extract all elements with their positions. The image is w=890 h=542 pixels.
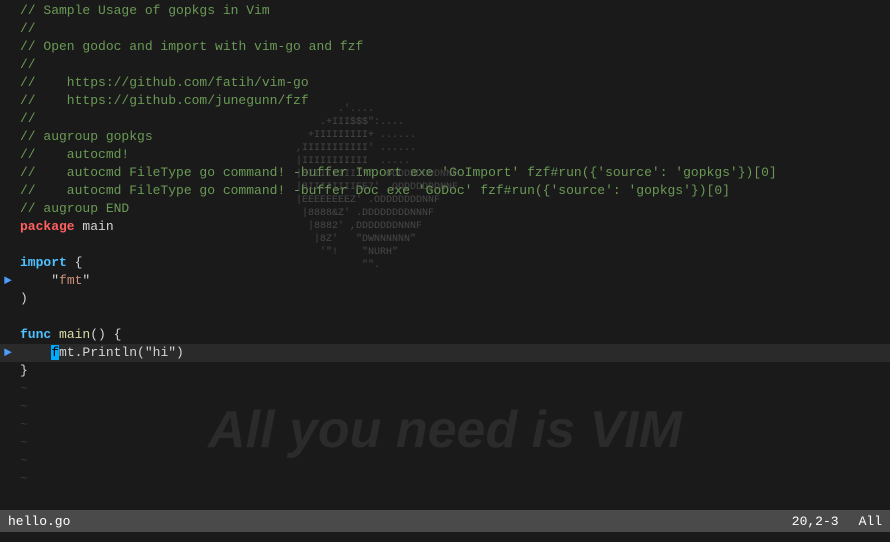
line-content: // Sample Usage of gopkgs in Vim bbox=[20, 2, 886, 20]
line-13: package main bbox=[0, 218, 890, 236]
line-content: ~ bbox=[20, 398, 886, 416]
line-2: // bbox=[0, 20, 890, 38]
line-20-cursor: ► fmt.Println("hi") bbox=[0, 344, 890, 362]
line-content: // augroup gopkgs bbox=[20, 128, 886, 146]
line-tilde-1: ~ bbox=[0, 380, 890, 398]
line-17: ) bbox=[0, 290, 890, 308]
line-5: // https://github.com/fatih/vim-go bbox=[0, 74, 890, 92]
line-content: ~ bbox=[20, 452, 886, 470]
line-content: // Open godoc and import with vim-go and… bbox=[20, 38, 886, 56]
line-content: } bbox=[20, 362, 886, 380]
line-19: func main() { bbox=[0, 326, 890, 344]
line-6: // https://github.com/junegunn/fzf bbox=[0, 92, 890, 110]
status-right: 20,2-3 All bbox=[792, 514, 882, 529]
line-15: import { bbox=[0, 254, 890, 272]
line-3: // Open godoc and import with vim-go and… bbox=[0, 38, 890, 56]
line-7: // bbox=[0, 110, 890, 128]
line-tilde-5: ~ bbox=[0, 452, 890, 470]
line-content: // https://github.com/fatih/vim-go bbox=[20, 74, 886, 92]
line-content bbox=[20, 236, 886, 254]
editor: // Sample Usage of gopkgs in Vim // // O… bbox=[0, 0, 890, 510]
line-content: ~ bbox=[20, 434, 886, 452]
line-content: // bbox=[20, 56, 886, 74]
line-tilde-3: ~ bbox=[0, 416, 890, 434]
line-content: ~ bbox=[20, 380, 886, 398]
line-tilde-6: ~ bbox=[0, 470, 890, 488]
code-area: // Sample Usage of gopkgs in Vim // // O… bbox=[0, 0, 890, 490]
line-tilde-2: ~ bbox=[0, 398, 890, 416]
line-12: // augroup END bbox=[0, 200, 890, 218]
line-content: // bbox=[20, 20, 886, 38]
line-11: // autocmd FileType go command! -buffer … bbox=[0, 182, 890, 200]
statusbar: hello.go 20,2-3 All bbox=[0, 510, 890, 532]
status-scroll: All bbox=[859, 514, 882, 529]
line-content: ~ bbox=[20, 470, 886, 488]
line-tilde-4: ~ bbox=[0, 434, 890, 452]
line-content bbox=[20, 308, 886, 326]
line-8: // augroup gopkgs bbox=[0, 128, 890, 146]
line-content: // bbox=[20, 110, 886, 128]
line-16: ► "fmt" bbox=[0, 272, 890, 290]
line-indicator: ► bbox=[4, 344, 20, 362]
line-content: // augroup END bbox=[20, 200, 886, 218]
line-10: // autocmd FileType go command! -buffer … bbox=[0, 164, 890, 182]
line-content: import { bbox=[20, 254, 886, 272]
line-content: // autocmd! bbox=[20, 146, 886, 164]
line-18 bbox=[0, 308, 890, 326]
line-14 bbox=[0, 236, 890, 254]
line-content: "fmt" bbox=[20, 272, 886, 290]
line-content: func main() { bbox=[20, 326, 886, 344]
status-position: 20,2-3 bbox=[792, 514, 839, 529]
status-filename: hello.go bbox=[8, 514, 70, 529]
line-content: // autocmd FileType go command! -buffer … bbox=[20, 164, 886, 182]
line-content: // https://github.com/junegunn/fzf bbox=[20, 92, 886, 110]
line-content: ) bbox=[20, 290, 886, 308]
line-content: package main bbox=[20, 218, 886, 236]
line-content: ~ bbox=[20, 416, 886, 434]
line-indicator: ► bbox=[4, 272, 20, 290]
line-4: // bbox=[0, 56, 890, 74]
line-21: } bbox=[0, 362, 890, 380]
line-content: // autocmd FileType go command! -buffer … bbox=[20, 182, 886, 200]
line-1: // Sample Usage of gopkgs in Vim bbox=[0, 2, 890, 20]
line-content: fmt.Println("hi") bbox=[20, 344, 886, 362]
line-9: // autocmd! bbox=[0, 146, 890, 164]
